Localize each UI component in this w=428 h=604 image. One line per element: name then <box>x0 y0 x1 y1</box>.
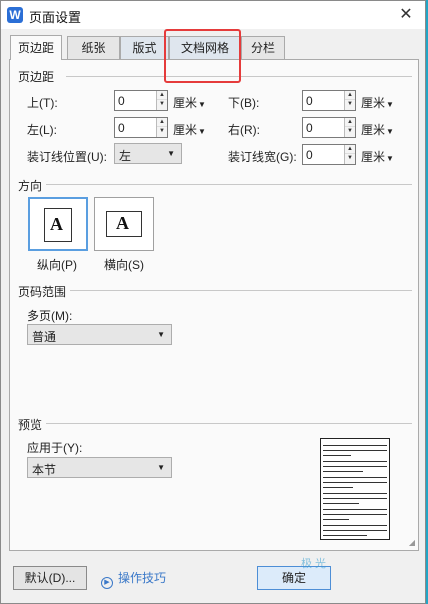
tab-paper[interactable]: 纸张 <box>67 36 120 60</box>
spin-down-icon[interactable]: ▼ <box>345 154 355 163</box>
close-icon: ✕ <box>399 6 413 23</box>
spin-up-icon[interactable]: ▲ <box>157 91 167 100</box>
spin-down-icon[interactable]: ▼ <box>345 127 355 136</box>
margin-top-label: 上(T): <box>27 96 58 110</box>
page-setup-dialog: W 页面设置 ✕ 页边距 纸张 版式 文档网格 分栏 页边距 上(T): 0 ▲… <box>0 0 426 604</box>
gutter-width-spinner[interactable]: 0 ▲ ▼ <box>302 144 356 165</box>
chevron-down-icon: ▼ <box>157 330 165 339</box>
page-preview <box>320 438 390 540</box>
gutter-width-unit[interactable]: 厘米▼ <box>361 148 394 165</box>
margin-top-value: 0 <box>118 94 125 108</box>
orientation-section-title: 方向 <box>18 179 43 193</box>
spin-up-icon[interactable]: ▲ <box>157 118 167 127</box>
resize-grip-icon[interactable]: ◢ <box>409 538 415 547</box>
gutter-position-label: 装订线位置(U): <box>27 150 107 164</box>
spin-down-icon[interactable]: ▼ <box>157 127 167 136</box>
gutter-width-value: 0 <box>306 148 313 162</box>
wps-writer-icon: W <box>7 7 23 23</box>
multiple-pages-select[interactable]: 普通 ▼ <box>27 324 172 345</box>
page-range-section-title: 页码范围 <box>18 285 67 299</box>
portrait-option[interactable]: A <box>28 197 88 251</box>
default-button[interactable]: 默认(D)... <box>13 566 87 590</box>
apply-to-value: 本节 <box>32 463 57 477</box>
dropdown-caret-icon: ▼ <box>386 154 394 163</box>
margins-divider <box>66 76 412 77</box>
margin-right-spinner[interactable]: 0 ▲ ▼ <box>302 117 356 138</box>
gutter-width-label: 装订线宽(G): <box>228 150 297 164</box>
watermark-logo: 极 光 <box>301 558 327 570</box>
landscape-option[interactable]: A <box>94 197 154 251</box>
page-range-divider <box>70 290 412 291</box>
orientation-divider <box>46 184 412 185</box>
margin-bottom-unit[interactable]: 厘米▼ <box>361 94 394 111</box>
portrait-glyph: A <box>50 214 63 234</box>
spin-down-icon[interactable]: ▼ <box>345 100 355 109</box>
dropdown-caret-icon: ▼ <box>386 100 394 109</box>
landscape-glyph: A <box>116 213 129 233</box>
margin-left-spinner[interactable]: 0 ▲ ▼ <box>114 117 168 138</box>
margin-bottom-spinner[interactable]: 0 ▲ ▼ <box>302 90 356 111</box>
margins-section-title: 页边距 <box>18 70 55 84</box>
title-bar: W 页面设置 ✕ <box>1 1 425 29</box>
tab-document-grid[interactable]: 文档网格 <box>169 36 241 60</box>
gutter-position-value: 左 <box>119 149 132 163</box>
margin-top-unit[interactable]: 厘米▼ <box>173 94 206 111</box>
dropdown-caret-icon: ▼ <box>198 100 206 109</box>
margin-top-spinner[interactable]: 0 ▲ ▼ <box>114 90 168 111</box>
spin-up-icon[interactable]: ▲ <box>345 91 355 100</box>
tab-margins[interactable]: 页边距 <box>10 35 62 60</box>
margin-left-label: 左(L): <box>27 123 58 137</box>
portrait-label[interactable]: 纵向(P) <box>37 256 77 273</box>
margin-right-unit[interactable]: 厘米▼ <box>361 121 394 138</box>
landscape-label[interactable]: 横向(S) <box>104 256 144 273</box>
tab-panel: 页边距 上(T): 0 ▲ ▼ 厘米▼ 下(B): 0 ▲ ▼ 厘米▼ 左(L): … <box>9 59 419 551</box>
spin-up-icon[interactable]: ▲ <box>345 118 355 127</box>
multiple-pages-label: 多页(M): <box>27 309 73 323</box>
dropdown-caret-icon: ▼ <box>198 127 206 136</box>
play-circle-icon: ▶ <box>101 577 113 589</box>
margin-left-value: 0 <box>118 121 125 135</box>
apply-to-label: 应用于(Y): <box>27 441 83 455</box>
margin-right-label: 右(R): <box>228 123 260 137</box>
spin-down-icon[interactable]: ▼ <box>157 100 167 109</box>
preview-divider <box>46 423 412 424</box>
preview-section-title: 预览 <box>18 418 43 432</box>
tips-link[interactable]: ▶ 操作技巧 <box>101 569 166 589</box>
dropdown-caret-icon: ▼ <box>386 127 394 136</box>
margin-right-value: 0 <box>306 121 313 135</box>
close-button[interactable]: ✕ <box>395 4 417 26</box>
margin-bottom-label: 下(B): <box>228 96 260 110</box>
tab-columns[interactable]: 分栏 <box>241 36 285 60</box>
window-title: 页面设置 <box>29 10 82 25</box>
margin-left-unit[interactable]: 厘米▼ <box>173 121 206 138</box>
spin-up-icon[interactable]: ▲ <box>345 145 355 154</box>
gutter-position-select[interactable]: 左 ▼ <box>114 143 182 164</box>
margin-bottom-value: 0 <box>306 94 313 108</box>
multiple-pages-value: 普通 <box>32 330 57 344</box>
chevron-down-icon: ▼ <box>157 463 165 472</box>
chevron-down-icon: ▼ <box>167 149 175 158</box>
tab-layout[interactable]: 版式 <box>120 36 169 60</box>
apply-to-select[interactable]: 本节 ▼ <box>27 457 172 478</box>
